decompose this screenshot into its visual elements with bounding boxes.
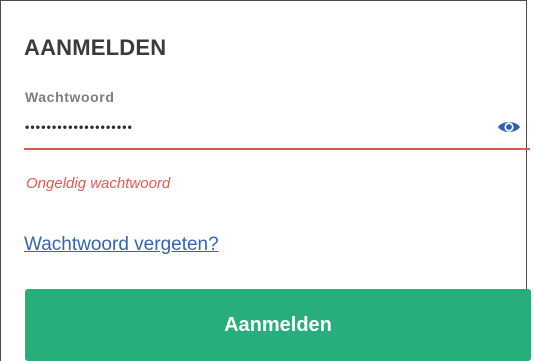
- login-button[interactable]: Aanmelden: [25, 289, 531, 361]
- error-message: Ongeldig wachtwoord: [26, 175, 171, 192]
- password-field[interactable]: [25, 115, 475, 139]
- login-panel: AANMELDEN Wachtwoord Ongeldig wachtwoord…: [0, 0, 531, 361]
- page-title: AANMELDEN: [24, 35, 167, 60]
- password-field-underline: [24, 148, 530, 150]
- show-password-button[interactable]: [494, 114, 524, 140]
- forgot-password-link[interactable]: Wachtwoord vergeten?: [24, 234, 219, 256]
- password-label: Wachtwoord: [25, 89, 115, 105]
- eye-icon: [498, 122, 520, 132]
